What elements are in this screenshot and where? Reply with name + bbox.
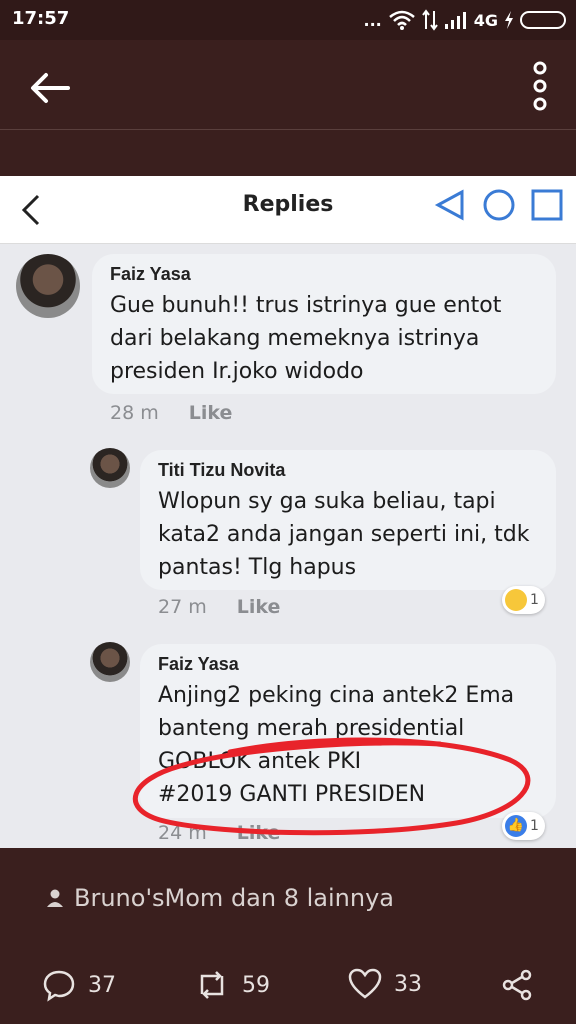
embedded-screenshot[interactable]: Replies Faiz Yasa Gue bunuh!! trus istri…	[0, 176, 576, 848]
status-icons: ... 4G	[363, 8, 566, 32]
comment-meta: 24 m Like	[158, 822, 280, 844]
laugh-emoji-icon	[505, 589, 527, 611]
comment-author: Faiz Yasa	[110, 264, 191, 284]
comment-line: kata2 anda jangan seperti ini, tdk	[158, 522, 530, 547]
likes-summary[interactable]: Bruno'sMom dan 8 lainnya	[46, 884, 394, 912]
comment-bubble: Faiz Yasa Anjing2 peking cina antek2 Ema…	[140, 644, 556, 818]
notification-dots: ...	[363, 10, 382, 30]
comment-bubble: Titi Tizu Novita Wlopun sy ga suka belia…	[140, 450, 556, 590]
comment-line: GOBLOK antek PKI	[158, 749, 362, 774]
likes-summary-text: Bruno'sMom dan 8 lainnya	[74, 884, 394, 912]
thumbs-up-emoji-icon: 👍	[505, 815, 527, 837]
share-button[interactable]	[500, 968, 534, 1002]
retweet-button[interactable]: 59	[194, 968, 270, 1002]
comment-line: banteng merah presidential	[158, 716, 465, 741]
heart-icon	[348, 968, 382, 999]
comment-text: Gue bunuh!! trus istrinya gue entot dari…	[110, 289, 540, 388]
status-time: 17:57	[12, 8, 70, 29]
signal-icon	[444, 12, 466, 29]
avatar	[90, 642, 130, 682]
comment-bubble: Faiz Yasa Gue bunuh!! trus istrinya gue …	[92, 254, 556, 394]
status-bar: 17:57 ... 4G	[0, 0, 576, 40]
comment-line: Gue bunuh!! trus istrinya gue entot	[110, 293, 502, 318]
comment-line: #2019 GANTI PRESIDEN	[158, 782, 426, 807]
triangle-back-icon	[434, 189, 464, 221]
comment-text: Anjing2 peking cina antek2 Ema banteng m…	[158, 679, 540, 811]
app-bar	[0, 40, 576, 130]
android-nav-icons	[434, 188, 564, 222]
like-link: Like	[236, 822, 281, 844]
reaction-count: 1	[530, 592, 539, 608]
network-type: 4G	[473, 10, 498, 30]
retweet-icon	[200, 971, 224, 999]
circle-home-icon	[483, 189, 515, 221]
charging-icon	[505, 11, 513, 29]
comment-meta: 28 m Like	[110, 402, 232, 424]
comment-author: Titi Tizu Novita	[158, 460, 286, 480]
comment-line: Wlopun sy ga suka beliau, tapi	[158, 489, 496, 514]
like-link: Like	[236, 596, 281, 618]
comment-meta: 27 m Like	[158, 596, 280, 618]
reaction-badge: 👍 1	[502, 812, 545, 840]
comment-author: Faiz Yasa	[158, 654, 239, 674]
comment-line: presiden Ir.joko widodo	[110, 359, 364, 384]
replies-header: Replies	[0, 176, 576, 244]
comment-time: 28 m	[110, 402, 159, 424]
action-bar: 37 59 33	[0, 960, 576, 1010]
battery-icon	[520, 11, 566, 29]
like-count: 33	[394, 971, 422, 997]
data-arrows-icon	[421, 9, 438, 31]
reply-button[interactable]: 37	[42, 968, 116, 1002]
like-link: Like	[188, 402, 233, 424]
comment-line: pantas! Tlg hapus	[158, 555, 357, 580]
reaction-badge: 1	[502, 586, 545, 614]
person-icon	[47, 889, 63, 907]
avatar	[16, 254, 80, 318]
share-icon	[502, 969, 532, 1001]
retweet-count: 59	[242, 972, 270, 998]
comment-line: dari belakang memeknya istrinya	[110, 326, 480, 351]
comment-time: 27 m	[158, 596, 207, 618]
speech-bubble-icon	[43, 970, 75, 1002]
avatar	[90, 448, 130, 488]
wifi-icon	[388, 10, 415, 30]
comment-time: 24 m	[158, 822, 207, 844]
reaction-count: 1	[530, 818, 539, 834]
reply-count: 37	[88, 972, 116, 998]
square-recents-icon	[531, 189, 563, 221]
vertical-dots-icon[interactable]	[528, 58, 552, 114]
comment-text: Wlopun sy ga suka beliau, tapi kata2 and…	[158, 485, 540, 584]
comment-line: Anjing2 peking cina antek2 Ema	[158, 683, 515, 708]
arrow-left-icon[interactable]	[26, 64, 74, 112]
like-button[interactable]: 33	[348, 968, 422, 1000]
